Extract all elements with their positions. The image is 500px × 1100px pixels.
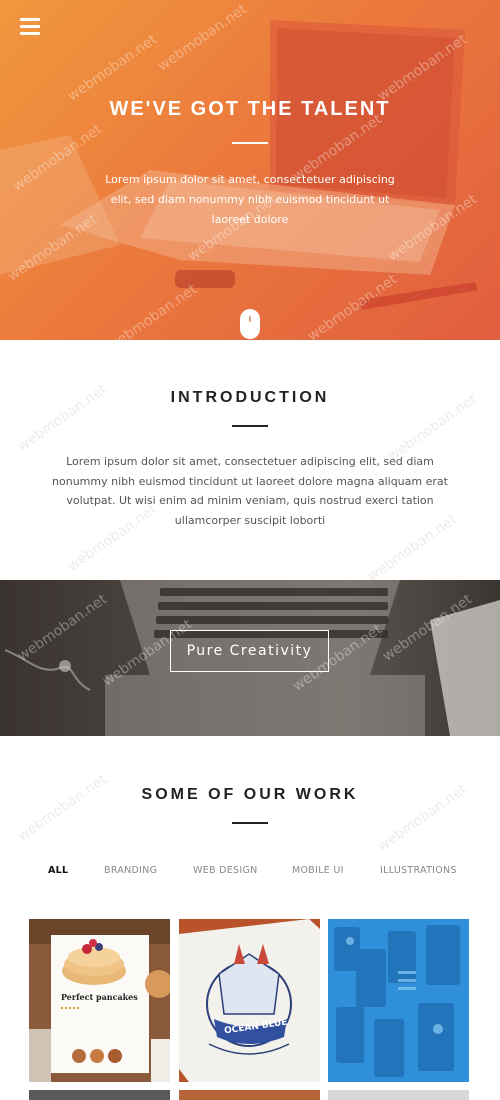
- filter-branding[interactable]: BRANDING: [104, 865, 157, 876]
- work-divider: [232, 822, 268, 824]
- hero-title: WE'VE GOT THE TALENT: [109, 98, 391, 120]
- ocean-blue-illustration: [179, 919, 320, 1082]
- work-title: SOME OF OUR WORK: [141, 786, 359, 803]
- creativity-banner: webmoban.net webmoban.net webmoban.net w…: [0, 580, 500, 736]
- portfolio-item-row2-3[interactable]: [328, 1090, 469, 1100]
- scroll-down-mouse-icon[interactable]: [240, 309, 260, 339]
- hero-section: webmoban.net webmoban.net webmoban.net w…: [0, 0, 500, 340]
- hero-text: Lorem ipsum dolor sit amet, consectetuer…: [105, 173, 395, 226]
- filter-all[interactable]: ALL: [48, 865, 68, 876]
- filter-mobile-ui[interactable]: MOBILE UI: [292, 865, 344, 876]
- intro-divider: [232, 425, 268, 427]
- watermark: webmoban.net: [14, 771, 111, 845]
- mobile-ui-mockups-image: [328, 919, 469, 1082]
- portfolio-item-pancakes[interactable]: Perfect pancakes: [29, 919, 170, 1082]
- intro-text: Lorem ipsum dolor sit amet, consectetuer…: [52, 455, 448, 527]
- portfolio-item-ocean-blue[interactable]: OCEAN BLUE: [179, 919, 320, 1082]
- pure-creativity-button[interactable]: Pure Creativity: [170, 630, 329, 672]
- pancakes-caption: Perfect pancakes: [61, 992, 138, 1002]
- hero-divider: [232, 142, 268, 144]
- portfolio-item-row2-1[interactable]: [29, 1090, 170, 1100]
- filter-illustrations[interactable]: ILLUSTRATIONS: [380, 865, 457, 876]
- portfolio-item-mobile-ui[interactable]: [328, 919, 469, 1082]
- filter-web-design[interactable]: WEB DESIGN: [193, 865, 258, 876]
- intro-title: INTRODUCTION: [170, 389, 330, 406]
- hamburger-menu-icon[interactable]: [20, 18, 40, 36]
- portfolio-item-row2-2[interactable]: [179, 1090, 320, 1100]
